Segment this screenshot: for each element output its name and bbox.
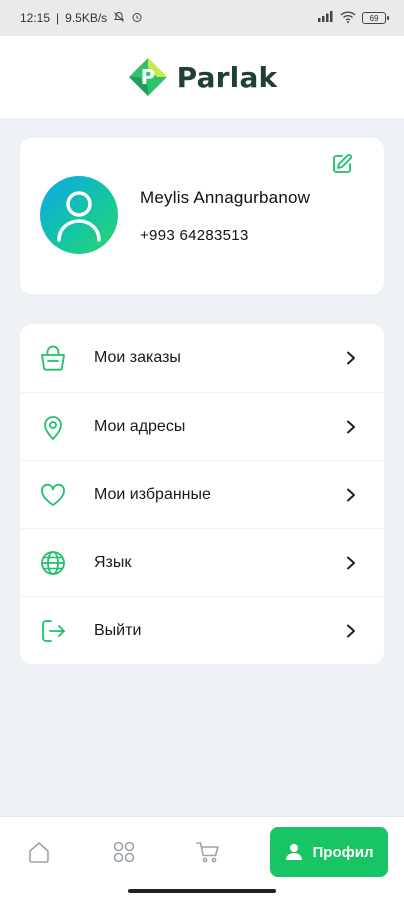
- status-time: 12:15: [20, 11, 51, 25]
- chevron-right-icon: [344, 420, 358, 434]
- home-indicator[interactable]: [128, 889, 276, 893]
- status-bar: 12:15 | 9.5KB/s 69: [0, 0, 404, 36]
- heart-icon: [38, 480, 68, 510]
- menu-label: Язык: [94, 553, 132, 571]
- signal-icon: [318, 11, 334, 25]
- bottom-nav: Профил: [0, 816, 404, 900]
- menu-label: Мои избранные: [94, 485, 211, 503]
- menu-item-logout[interactable]: Выйти: [20, 596, 384, 664]
- profile-phone: +993 64283513: [140, 227, 249, 244]
- user-icon: [57, 191, 101, 242]
- menu-item-favorites[interactable]: Мои избранные: [20, 460, 384, 528]
- nav-cart[interactable]: [190, 835, 226, 869]
- chevron-right-icon: [344, 488, 358, 502]
- grid-icon: [113, 841, 135, 863]
- logout-icon: [38, 616, 68, 646]
- nav-categories[interactable]: [106, 835, 142, 869]
- shopping-basket-icon: [38, 343, 68, 373]
- wifi-icon: [340, 10, 356, 26]
- chevron-right-icon: [344, 556, 358, 570]
- menu-label: Мои заказы: [94, 349, 181, 366]
- chevron-right-icon: [344, 624, 358, 638]
- status-network-speed: 9.5KB/s: [65, 11, 108, 25]
- app-name: Parlak: [176, 60, 278, 94]
- user-icon: [285, 844, 302, 860]
- app-header: P Parlak: [0, 36, 404, 118]
- app-logo: P Parlak: [127, 56, 278, 98]
- menu-label: Мои адресы: [94, 417, 186, 435]
- battery-level: 69: [369, 13, 379, 23]
- home-icon: [29, 842, 49, 863]
- location-pin-icon: [38, 412, 68, 442]
- menu-label: Выйти: [94, 621, 142, 639]
- edit-profile-button[interactable]: [330, 152, 354, 176]
- profile-card: Meylis Annagurbanow +993 64283513: [20, 138, 384, 294]
- menu-card: Мои заказы Мои адресы Мои избранные Язык…: [20, 324, 384, 664]
- nav-profile-label: Профил: [312, 843, 374, 861]
- battery-icon: 69: [362, 12, 389, 24]
- menu-item-language[interactable]: Язык: [20, 528, 384, 596]
- edit-icon: [333, 154, 352, 173]
- profile-name: Meylis Annagurbanow: [140, 188, 311, 207]
- menu-item-addresses[interactable]: Мои адресы: [20, 392, 384, 460]
- svg-text:P: P: [140, 65, 155, 89]
- avatar: [40, 176, 118, 254]
- chevron-right-icon: [344, 351, 358, 365]
- nav-home[interactable]: [21, 835, 57, 869]
- globe-icon: [38, 548, 68, 578]
- alarm-icon: [131, 11, 143, 26]
- cart-icon: [196, 842, 219, 863]
- menu-item-orders[interactable]: Мои заказы: [20, 324, 384, 392]
- mute-icon: [113, 11, 125, 26]
- logo-icon: P: [128, 58, 167, 96]
- nav-profile[interactable]: Профил: [270, 827, 388, 877]
